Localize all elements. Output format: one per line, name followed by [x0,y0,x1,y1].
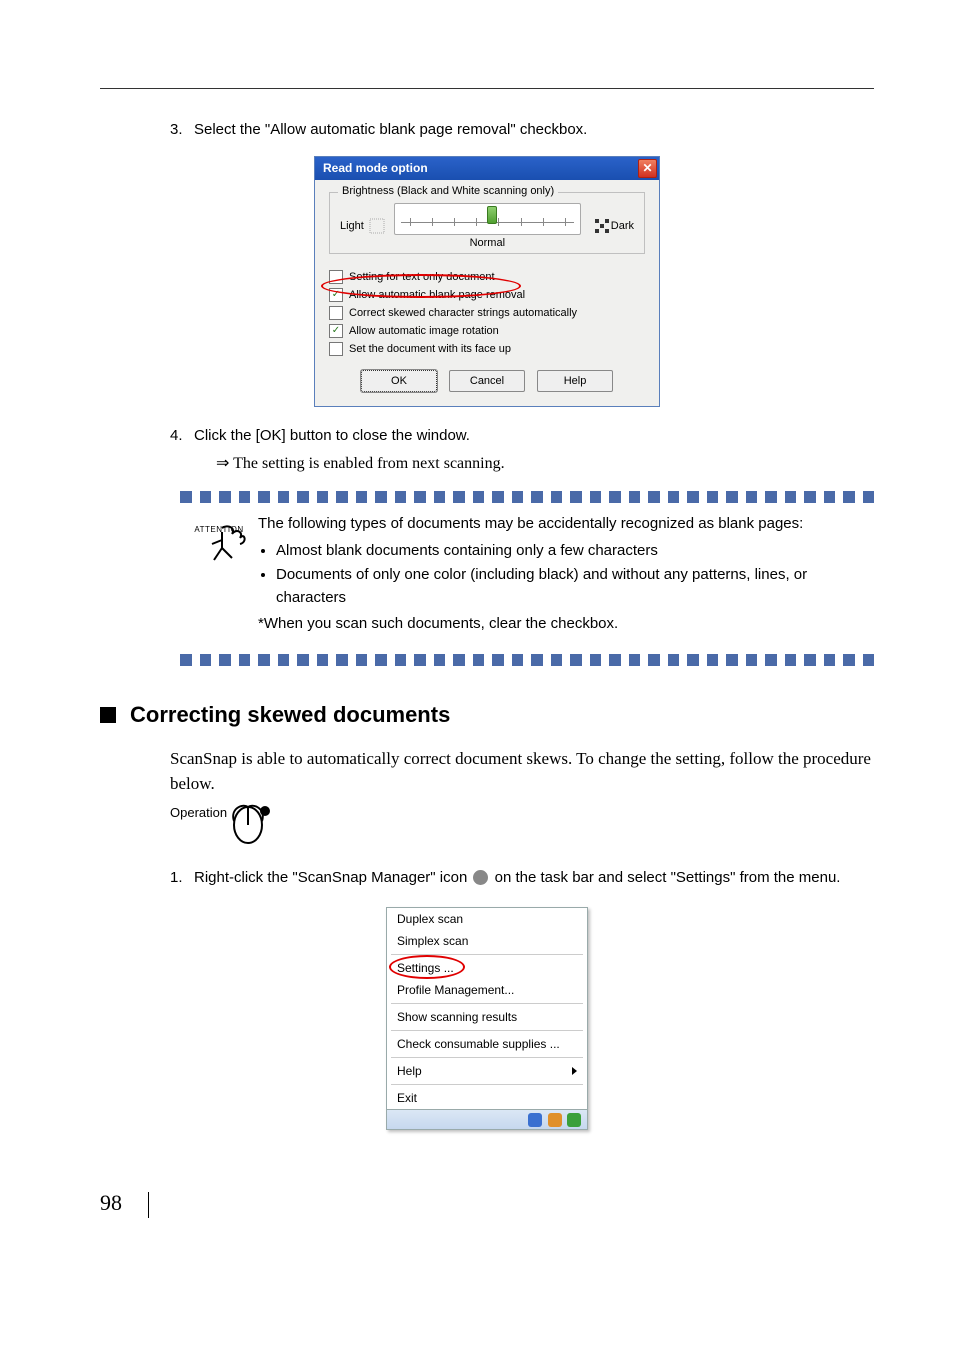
tray-icon [567,1113,581,1127]
step-3: 3. Select the "Allow automatic blank pag… [170,119,874,142]
dark-label: Dark [611,220,634,232]
help-button[interactable]: Help [537,370,613,392]
step-4: 4. Click the [OK] button to close the wi… [170,425,874,448]
tray-icon [528,1113,542,1127]
step-4-result: ⇒ The setting is enabled from next scann… [216,453,874,473]
submenu-arrow-icon [572,1067,577,1075]
page-number-area: 98 [100,1190,874,1218]
checkbox[interactable] [329,324,343,338]
heading-text: Correcting skewed documents [130,702,450,728]
dialog-titlebar: Read mode option ✕ [315,157,659,180]
operation-icon: Operation [170,797,874,847]
page-number: 98 [100,1190,122,1215]
attention-label: ATTENTION [180,525,258,534]
menu-check-supplies[interactable]: Check consumable supplies ... [387,1033,587,1055]
menu-exit[interactable]: Exit [387,1087,587,1109]
checkbox[interactable] [329,306,343,320]
step-1: 1. Right-click the "ScanSnap Manager" ic… [170,867,874,890]
opt-auto-rotation[interactable]: Allow automatic image rotation [329,324,645,338]
menu-help[interactable]: Help [387,1060,587,1082]
separator-bottom [180,654,874,666]
tray-icon [548,1113,562,1127]
opt-correct-skew[interactable]: Correct skewed character strings automat… [329,306,645,320]
annotation-circle [389,955,465,979]
menu-separator [391,1030,583,1031]
separator-top [180,491,874,503]
light-label: Light [340,220,364,232]
page-tick [148,1192,149,1218]
close-button[interactable]: ✕ [638,159,657,178]
dark-icon [593,217,611,235]
step-text: Click the [OK] button to close the windo… [194,425,874,448]
read-mode-option-dialog: Read mode option ✕ Brightness (Black and… [314,156,660,407]
brightness-group: Brightness (Black and White scanning onl… [329,192,645,254]
attention-bullet: Documents of only one color (including b… [276,564,874,609]
result-arrow-icon: ⇒ [216,455,229,472]
menu-show-results[interactable]: Show scanning results [387,1006,587,1028]
step-text: Right-click the "ScanSnap Manager" icon … [194,867,874,890]
context-menu: Duplex scan Simplex scan Settings ... Pr… [386,907,588,1130]
light-icon [368,217,386,235]
section-heading: Correcting skewed documents [100,702,874,728]
top-rule [100,88,874,89]
step-number: 4. [170,425,194,448]
scansnap-manager-tray-icon [473,870,488,885]
section-paragraph: ScanSnap is able to automatically correc… [170,746,874,797]
attention-bullet: Almost blank documents containing only a… [276,540,874,563]
step-text: Select the "Allow automatic blank page r… [194,119,874,142]
attention-block: ATTENTION The following types of documen… [180,513,874,636]
menu-separator [391,1003,583,1004]
step-number: 3. [170,119,194,142]
menu-duplex-scan[interactable]: Duplex scan [387,908,587,930]
normal-label: Normal [394,237,581,249]
brightness-slider[interactable] [394,203,581,235]
annotation-circle [321,274,521,298]
menu-profile-management[interactable]: Profile Management... [387,979,587,1001]
attention-intro: The following types of documents may be … [258,513,874,536]
group-legend: Brightness (Black and White scanning onl… [338,185,558,197]
system-tray [387,1109,587,1129]
ok-button[interactable]: OK [361,370,437,392]
attention-note: *When you scan such documents, clear the… [258,613,874,636]
step-number: 1. [170,867,194,890]
menu-separator [391,1084,583,1085]
menu-separator [391,1057,583,1058]
operation-label-text: Operation [170,805,227,820]
menu-simplex-scan[interactable]: Simplex scan [387,930,587,952]
cancel-button[interactable]: Cancel [449,370,525,392]
dialog-title: Read mode option [323,161,428,175]
menu-settings[interactable]: Settings ... [387,957,587,979]
checkbox[interactable] [329,342,343,356]
opt-face-up[interactable]: Set the document with its face up [329,342,645,356]
heading-square-icon [100,707,116,723]
